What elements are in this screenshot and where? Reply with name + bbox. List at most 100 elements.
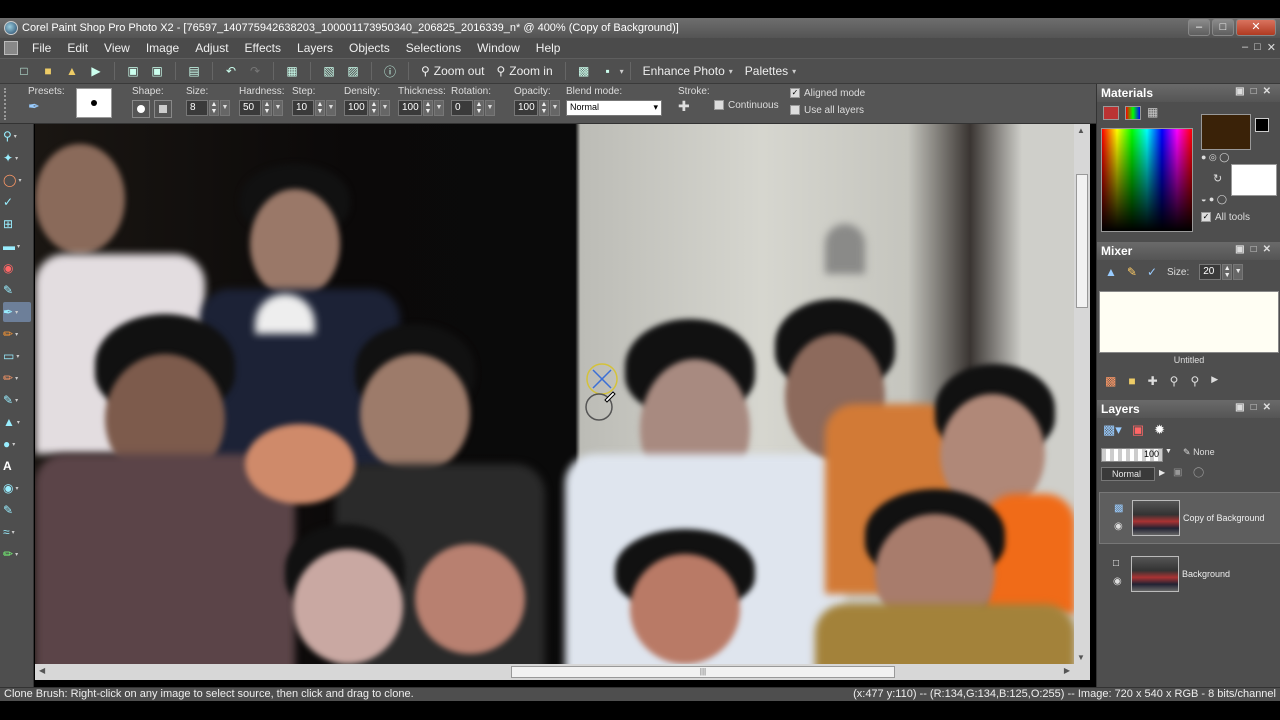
thickness-input[interactable]: 100 <box>398 100 422 116</box>
layer-opacity-slider[interactable]: 100 <box>1101 448 1163 462</box>
lock-icon[interactable]: ▣ <box>1173 467 1182 478</box>
opacity-spinner[interactable]: ▲ ▼ <box>539 100 549 116</box>
rotation-input[interactable]: 0 <box>451 100 473 116</box>
aligned-mode-checkbox[interactable]: ✓ <box>790 88 800 99</box>
color-spectrum[interactable] <box>1101 128 1193 232</box>
browse-icon[interactable]: ▲ <box>63 62 81 80</box>
step-input[interactable]: 10 <box>292 100 314 116</box>
opacity-input[interactable]: 100 <box>514 100 538 116</box>
size-input[interactable]: 8 <box>186 100 208 116</box>
menu-window[interactable]: Window <box>469 41 528 55</box>
square-shape-button[interactable] <box>154 100 172 118</box>
zoom-in-button[interactable]: ⚲ Zoom in <box>491 64 559 78</box>
palette-controls[interactable]: ▣□✕ <box>1235 86 1277 97</box>
menu-view[interactable]: View <box>96 41 138 55</box>
text-tool[interactable]: A <box>3 456 31 476</box>
menu-effects[interactable]: Effects <box>237 41 289 55</box>
mixer-canvas[interactable] <box>1099 291 1279 353</box>
mixer-menu-arrow[interactable]: ▶ <box>1211 374 1218 388</box>
continuous-checkbox[interactable] <box>714 100 724 111</box>
hardness-spinner[interactable]: ▲ ▼ <box>262 100 272 116</box>
organizer-icon[interactable]: ▩ <box>575 62 593 80</box>
paint-brush-tool[interactable]: ✏ ▾ <box>3 324 31 344</box>
selection-tool[interactable]: ◯ ▾ <box>3 170 31 190</box>
menu-layers[interactable]: Layers <box>289 41 341 55</box>
minimize-button[interactable]: – <box>1188 19 1210 36</box>
foreground-mini-swatch[interactable] <box>1255 118 1269 132</box>
eraser-tool[interactable]: ▭ ▾ <box>3 346 31 366</box>
vertical-scrollbar[interactable]: ▲ ▼ <box>1074 124 1090 664</box>
mesh-warp-tool[interactable]: ✏ ▾ <box>3 544 31 564</box>
new-layer-icon[interactable]: ▩▾ <box>1103 422 1122 438</box>
mixer-size-spinner[interactable]: ▲ ▼ <box>1222 264 1233 280</box>
density-slider-dropdown[interactable]: ▼ <box>380 100 390 116</box>
app-icon[interactable] <box>4 21 18 35</box>
scroll-up-arrow[interactable]: ▲ <box>1077 126 1085 135</box>
scroll-left-arrow[interactable]: ◀ <box>39 666 45 675</box>
round-shape-button[interactable] <box>132 100 150 118</box>
fg-material-options[interactable]: ● ◎ ◯ <box>1201 152 1229 163</box>
camera-icon[interactable]: ▨ <box>344 62 362 80</box>
vertical-scroll-thumb[interactable] <box>1076 174 1088 308</box>
maximize-button[interactable]: □ <box>1212 19 1234 36</box>
palettes-menu[interactable]: Palettes ▾ <box>739 64 802 78</box>
opacity-slider-dropdown[interactable]: ▼ <box>550 100 560 116</box>
clone-brush-preset-icon[interactable]: ✒ <box>28 98 40 114</box>
pan-zoom-tool[interactable]: ⚲ ▾ <box>3 126 31 146</box>
continuous-option[interactable]: Continuous <box>714 100 779 111</box>
hardness-input[interactable]: 50 <box>239 100 261 116</box>
red-eye-tool[interactable]: ◉ <box>3 258 31 278</box>
palette-controls[interactable]: ▣□✕ <box>1235 402 1277 413</box>
delete-layer-icon[interactable]: ▣ <box>1132 422 1144 438</box>
clone-brush-tool[interactable]: ✒ ▾ <box>3 302 31 322</box>
mixer-size-dropdown[interactable]: ▼ <box>1233 264 1244 280</box>
save-as-icon[interactable]: ▣ <box>148 62 166 80</box>
makeover-tool[interactable]: ✎ <box>3 280 31 300</box>
hardness-slider-dropdown[interactable]: ▼ <box>273 100 283 116</box>
thickness-spinner[interactable]: ▲ ▼ <box>423 100 433 116</box>
dropper-tool[interactable]: ✓ <box>3 192 31 212</box>
blend-mode-select[interactable]: Normal ▾ <box>566 100 662 116</box>
color-replacer-tool[interactable]: ✎ ▾ <box>3 390 31 410</box>
picture-tube-tool[interactable]: ● ▾ <box>3 434 31 454</box>
mixer-pan-icon[interactable]: ✚ <box>1148 374 1158 388</box>
menu-selections[interactable]: Selections <box>398 41 469 55</box>
mixer-knife-icon[interactable]: ✎ <box>1127 265 1137 279</box>
straighten-tool[interactable]: ▬ ▾ <box>3 236 31 256</box>
menu-file[interactable]: File <box>24 41 59 55</box>
frame-tab-icon[interactable] <box>1103 106 1119 120</box>
print-icon[interactable]: ▤ <box>185 62 203 80</box>
menu-adjust[interactable]: Adjust <box>187 41 236 55</box>
mixer-brush-icon[interactable]: ▲ <box>1105 265 1117 279</box>
stroke-icon[interactable]: ✚ <box>678 98 690 114</box>
swatches-tab-icon[interactable]: ▦ <box>1147 106 1163 120</box>
bg-material-options[interactable]: ◒ ● ◯ <box>1201 194 1227 205</box>
view-options-icon[interactable]: ▪ <box>599 62 617 80</box>
undo-icon[interactable]: ↶ <box>222 62 240 80</box>
all-tools-option[interactable]: ✓ All tools <box>1201 212 1250 223</box>
layer-item-background[interactable]: □ ◉ Background <box>1099 548 1280 600</box>
lock-transparency-icon[interactable]: ◯ <box>1193 467 1204 478</box>
brush-tip-preview[interactable] <box>76 88 112 118</box>
background-color-swatch[interactable] <box>1231 164 1277 196</box>
crop-tool[interactable]: ⊞ <box>3 214 31 234</box>
opacity-dropdown[interactable]: ▼ <box>1165 448 1172 455</box>
close-button[interactable]: ✕ <box>1236 19 1276 36</box>
swap-colors-icon[interactable]: ↻ <box>1213 172 1222 185</box>
density-input[interactable]: 100 <box>344 100 368 116</box>
visibility-eye-icon[interactable]: ◉ <box>1113 576 1122 587</box>
step-spinner[interactable]: ▲ ▼ <box>315 100 325 116</box>
horizontal-scrollbar[interactable]: ◀ ||| ▶ <box>35 664 1074 680</box>
visibility-eye-icon[interactable]: ◉ <box>1114 521 1123 532</box>
menu-help[interactable]: Help <box>528 41 569 55</box>
zoom-out-button[interactable]: ⚲ Zoom out <box>415 64 491 78</box>
all-tools-checkbox[interactable]: ✓ <box>1201 212 1211 223</box>
step-slider-dropdown[interactable]: ▼ <box>326 100 336 116</box>
image-canvas[interactable] <box>35 124 1074 664</box>
doc-close-button[interactable]: ✕ <box>1267 41 1276 54</box>
rainbow-tab-icon[interactable] <box>1125 106 1141 120</box>
paste-icon[interactable]: ▦ <box>283 62 301 80</box>
new-file-icon[interactable]: □ <box>15 62 33 80</box>
mixer-new-page-icon[interactable]: ▩ <box>1105 374 1116 388</box>
foreground-color-swatch[interactable] <box>1201 114 1251 150</box>
